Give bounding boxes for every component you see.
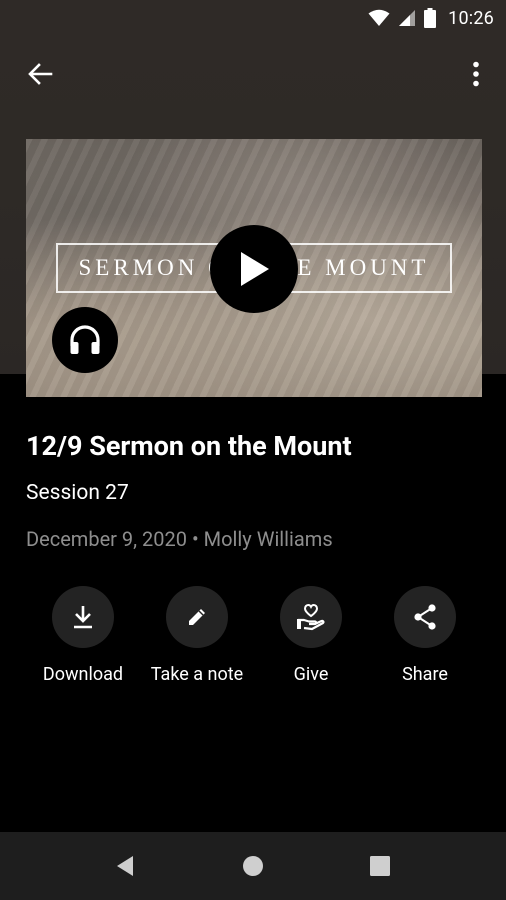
sermon-meta: December 9, 2020 • Molly Williams	[26, 527, 333, 551]
download-circle[interactable]	[52, 586, 114, 648]
signal-icon	[398, 9, 416, 27]
system-nav-bar	[0, 832, 506, 900]
sermon-title: 12/9 Sermon on the Mount	[26, 430, 352, 462]
status-time: 10:26	[448, 7, 494, 29]
headphones-icon	[70, 325, 100, 354]
more-vertical-icon	[473, 61, 479, 87]
sermon-details: 12/9 Sermon on the Mount Session 27 Dece…	[26, 430, 486, 552]
app-bar	[0, 36, 506, 112]
download-label: Download	[42, 664, 124, 685]
give-circle[interactable]	[280, 586, 342, 648]
download-icon	[74, 606, 92, 629]
more-options-button[interactable]	[458, 54, 494, 94]
play-button[interactable]	[210, 225, 298, 313]
take-note-button[interactable]: Take a note	[137, 586, 257, 685]
wifi-icon	[368, 9, 390, 27]
share-icon	[414, 604, 436, 630]
action-row: Download Take a note Give Share	[0, 586, 506, 696]
nav-home-button[interactable]	[233, 846, 273, 886]
give-button[interactable]: Give	[251, 586, 371, 685]
session-label: Session 27	[26, 481, 129, 505]
status-bar: 10:26	[0, 0, 506, 36]
back-button[interactable]	[16, 54, 64, 94]
take-note-circle[interactable]	[166, 586, 228, 648]
give-label: Give	[293, 664, 329, 685]
share-circle[interactable]	[394, 586, 456, 648]
arrow-left-icon	[28, 63, 53, 85]
battery-icon	[424, 8, 437, 28]
give-heart-hand-icon	[297, 603, 325, 631]
download-button[interactable]: Download	[23, 586, 143, 685]
play-icon	[241, 252, 269, 286]
recents-square-icon	[370, 856, 390, 876]
sermon-detail-screen: 10:26 SERMON ON THE MOUNT	[0, 0, 506, 900]
nav-recents-button[interactable]	[360, 846, 400, 886]
audio-button[interactable]	[52, 307, 118, 373]
take-note-label: Take a note	[150, 664, 244, 685]
home-circle-icon	[243, 856, 263, 876]
back-triangle-icon	[117, 856, 133, 876]
nav-back-button[interactable]	[105, 846, 145, 886]
share-button[interactable]: Share	[365, 586, 485, 685]
pencil-icon	[189, 609, 205, 625]
video-thumbnail[interactable]: SERMON ON THE MOUNT	[26, 139, 482, 397]
share-label: Share	[402, 664, 448, 685]
